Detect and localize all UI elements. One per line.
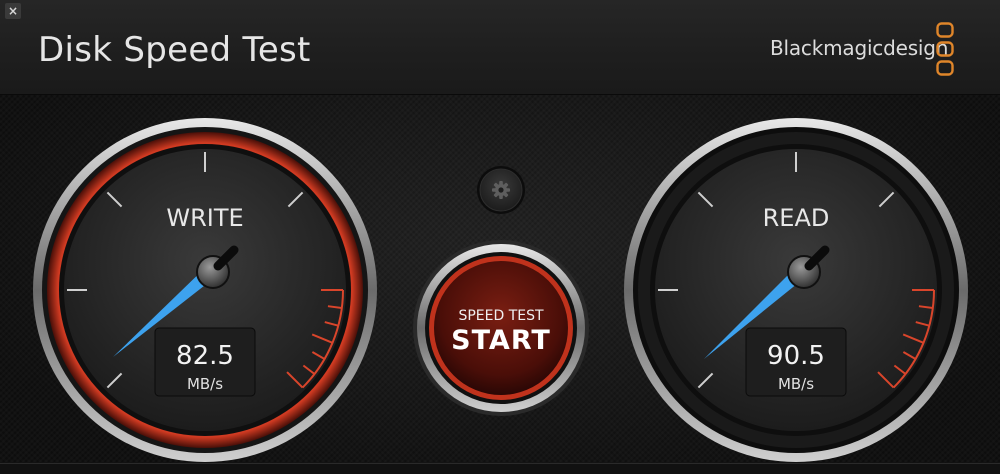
speed-test-start-button[interactable]: SPEED TEST START bbox=[413, 240, 589, 416]
write-gauge-label: WRITE bbox=[166, 204, 243, 232]
read-gauge: READ 90.5 MB/s bbox=[624, 118, 968, 462]
write-speed-unit: MB/s bbox=[187, 375, 223, 393]
settings-button[interactable] bbox=[477, 166, 525, 214]
read-gauge-label: READ bbox=[763, 204, 830, 232]
read-speed-value: 90.5 bbox=[767, 341, 825, 371]
gear-icon bbox=[492, 181, 510, 199]
start-button-caption: SPEED TEST bbox=[458, 308, 544, 324]
bottom-edge bbox=[0, 463, 1000, 474]
read-speed-unit: MB/s bbox=[778, 375, 814, 393]
write-gauge: WRITE 82.5 MB/s bbox=[33, 118, 377, 462]
write-speed-value: 82.5 bbox=[176, 341, 234, 371]
start-button-label: START bbox=[451, 325, 551, 356]
gauge-stage: WRITE 82.5 MB/s READ 90.5 MB/s SPEED TES… bbox=[33, 118, 968, 462]
